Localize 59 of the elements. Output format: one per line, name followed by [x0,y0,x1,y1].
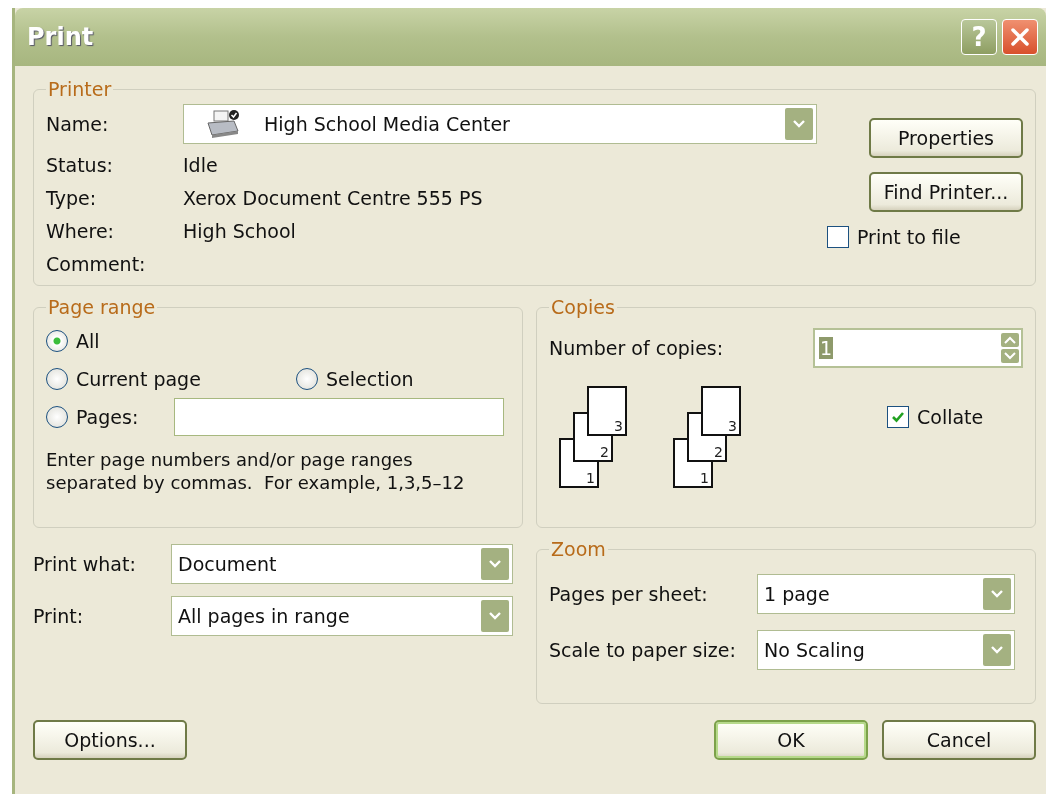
field-label: Print: [33,605,85,627]
page-number: 2 [714,445,724,460]
radio-label: Selection [326,368,414,390]
ok-button[interactable]: OK [714,720,868,760]
find-printer-button[interactable]: Find Printer... [869,172,1023,212]
group-title: Copies [550,296,616,318]
checkbox-label: Print to file [857,226,961,248]
field-label: Pages per sheet: [549,583,709,605]
radio-label: Pages: [76,406,139,428]
printer-icon [206,109,240,139]
cancel-button[interactable]: Cancel [882,720,1036,760]
dropdown-value: All pages in range [178,605,351,627]
printer-name: High School Media Center [264,113,511,135]
dropdown[interactable]: All pages in range [171,596,513,636]
name-label: Name: [46,113,110,135]
radio-button[interactable] [296,368,318,390]
dropdown-value: 1 page [764,583,831,605]
close-icon [1010,27,1030,47]
dropdown[interactable]: 1 page [757,574,1015,614]
copies-value: 1 [819,337,834,359]
dropdown[interactable]: No Scaling [757,630,1015,670]
group-title: Zoom [550,538,607,560]
group-title: Page range [47,296,157,318]
hint-text: Enter page numbers and/or page ranges separated by commas. For example, 1,3,5–12 [46,448,466,495]
window-title: Print [27,23,95,51]
checkmark-icon [891,410,905,424]
info-label: Comment: [46,252,147,275]
page-number: 3 [728,419,738,434]
info-label: Status: [46,153,114,176]
checkbox-label: Collate [917,406,984,428]
checkbox[interactable] [827,226,849,248]
page-number: 3 [614,419,624,434]
pages-input-field[interactable] [174,398,504,436]
field-label: Scale to paper size: [549,639,737,661]
field-label: Print what: [33,553,137,575]
close-button[interactable] [1002,19,1038,55]
radio-button[interactable] [46,368,68,390]
radio-label: All [76,330,100,352]
info-label: Type: [46,186,98,209]
radio-button[interactable] [46,330,68,352]
info-value: High School [183,219,296,242]
info-label: Where: [46,219,115,242]
page-number: 1 [700,471,710,486]
dropdown-value: No Scaling [764,639,866,661]
dropdown[interactable]: Document [171,544,513,584]
spin-arrows-icon [1001,333,1019,363]
printer-dropdown[interactable]: High School Media Center [183,104,817,144]
page-number: 1 [586,471,596,486]
properties-button[interactable]: Properties [869,118,1023,158]
group-title: Printer [47,78,113,100]
radio-label: Current page [76,368,201,390]
dropdown-value: Document [178,553,278,575]
options-button[interactable]: Options... [33,720,187,760]
page-number: 2 [600,445,610,460]
copies-label: Number of copies: [549,337,724,359]
info-value: Idle [183,153,218,176]
radio-button[interactable] [46,406,68,428]
checkbox[interactable] [887,406,909,428]
info-value: Xerox Document Centre 555 PS [183,186,483,209]
